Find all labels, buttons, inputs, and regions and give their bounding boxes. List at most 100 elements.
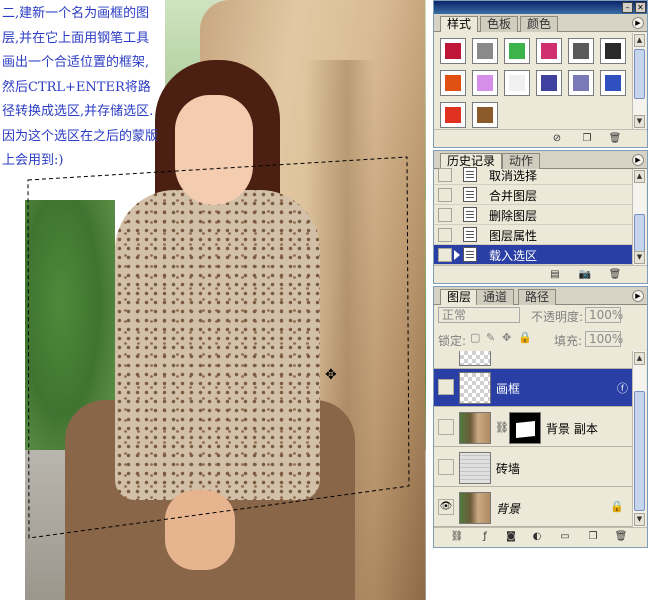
style-swatch[interactable] xyxy=(536,38,562,64)
history-item[interactable]: 载入选区 xyxy=(434,245,634,265)
layer-effects-icon[interactable]: ⓕ xyxy=(617,380,628,396)
fill-input[interactable]: 100% xyxy=(585,331,623,347)
history-scrollbar[interactable]: ▲ ▼ xyxy=(632,169,646,265)
scroll-down-icon[interactable]: ▼ xyxy=(634,513,645,526)
history-checkbox[interactable] xyxy=(438,208,452,222)
style-swatch[interactable] xyxy=(600,70,626,96)
link-layers-icon[interactable]: ⛓ xyxy=(450,530,464,543)
history-item[interactable]: 合并图层 xyxy=(434,185,634,205)
layer-row[interactable]: 画框 ⓕ xyxy=(434,369,634,407)
style-swatch[interactable] xyxy=(472,70,498,96)
layer-name: 砖墙 xyxy=(496,462,521,476)
scroll-thumb[interactable] xyxy=(634,391,645,511)
layer-thumbnail xyxy=(459,492,491,524)
styles-scrollbar[interactable]: ▲ ▼ xyxy=(632,33,646,129)
rainbow-style-icon xyxy=(509,43,525,59)
style-swatch[interactable] xyxy=(504,70,530,96)
opacity-input[interactable]: 100% xyxy=(585,307,623,323)
eye-icon[interactable]: 👁 xyxy=(438,499,454,515)
minimize-icon[interactable]: – xyxy=(622,2,633,13)
delete-style-icon[interactable]: 🗑 xyxy=(608,132,622,145)
pink-purple-style-icon xyxy=(477,75,493,91)
scroll-up-icon[interactable]: ▲ xyxy=(634,34,645,47)
tab-layers[interactable]: 图层 xyxy=(440,289,479,305)
style-swatch[interactable] xyxy=(568,70,594,96)
visibility-toggle[interactable] xyxy=(438,459,454,475)
checker-red-style-icon xyxy=(541,43,557,59)
red-square-style-icon xyxy=(445,43,461,59)
tab-paths[interactable]: 路径 xyxy=(518,289,557,305)
layer-name: 背景 副本 xyxy=(546,422,598,436)
scroll-down-icon[interactable]: ▼ xyxy=(634,251,645,264)
lock-move-icon[interactable]: ✥ xyxy=(502,331,511,344)
history-item[interactable]: 删除图层 xyxy=(434,205,634,225)
layer-row-partial[interactable] xyxy=(434,351,634,369)
history-checkbox[interactable] xyxy=(438,248,452,262)
delete-state-icon[interactable]: 🗑 xyxy=(608,268,622,281)
delete-layer-icon[interactable]: 🗑 xyxy=(614,530,628,543)
style-swatch[interactable] xyxy=(504,38,530,64)
new-document-icon[interactable]: ▤ xyxy=(548,268,562,281)
visibility-toggle[interactable] xyxy=(438,379,454,395)
blend-mode-select[interactable]: 正常 xyxy=(438,307,520,323)
style-swatch[interactable] xyxy=(472,102,498,128)
style-swatch[interactable] xyxy=(440,38,466,64)
scroll-thumb[interactable] xyxy=(634,214,645,252)
document-canvas[interactable]: 二,建新一个名为画框的图层,并在它上面用钢笔工具画出一个合适位置的框架,然后CT… xyxy=(0,0,433,600)
close-icon[interactable]: ✕ xyxy=(635,2,646,13)
scroll-up-icon[interactable]: ▲ xyxy=(634,352,645,365)
new-style-icon[interactable]: ❐ xyxy=(580,132,594,145)
history-item-label: 删除图层 xyxy=(489,209,538,223)
tab-channels[interactable]: 通道 xyxy=(476,289,515,305)
new-layer-icon[interactable]: ❐ xyxy=(586,530,600,543)
layer-name: 背景 xyxy=(496,502,521,516)
layer-row[interactable]: 砖墙 xyxy=(434,449,634,487)
layer-row[interactable]: 👁 背景 🔒 xyxy=(434,489,634,527)
style-swatch[interactable] xyxy=(536,70,562,96)
history-state-icon xyxy=(463,247,477,262)
scroll-down-icon[interactable]: ▼ xyxy=(634,115,645,128)
scroll-up-icon[interactable]: ▲ xyxy=(634,170,645,183)
opacity-label: 不透明度: xyxy=(531,310,584,324)
lock-brush-icon[interactable]: ✎ xyxy=(486,331,495,344)
history-list: 取消选择合并图层删除图层图层属性 载入选区 xyxy=(434,165,634,265)
history-item[interactable]: 图层属性 xyxy=(434,225,634,245)
layer-thumbnail xyxy=(459,351,491,366)
add-mask-icon[interactable]: ◙ xyxy=(504,530,518,543)
layer-mask-thumbnail[interactable] xyxy=(509,412,541,444)
tab-swatches[interactable]: 色板 xyxy=(480,16,519,32)
style-swatch[interactable] xyxy=(440,70,466,96)
scroll-thumb[interactable] xyxy=(634,49,645,99)
photo-hands xyxy=(165,490,235,570)
new-snapshot-icon[interactable]: 📷 xyxy=(578,268,592,281)
history-checkbox[interactable] xyxy=(438,228,452,242)
styles-panel-titlebar[interactable]: – ✕ xyxy=(434,1,647,14)
style-swatch[interactable] xyxy=(440,102,466,128)
lilac-style-icon xyxy=(573,75,589,91)
instruction-text: 二,建新一个名为画框的图层,并在它上面用钢笔工具画出一个合适位置的框架,然后CT… xyxy=(2,6,159,168)
history-item-label: 合并图层 xyxy=(489,189,538,203)
style-swatch[interactable] xyxy=(600,38,626,64)
new-group-icon[interactable]: ▭ xyxy=(558,530,572,543)
style-swatch[interactable] xyxy=(472,38,498,64)
lock-transparency-icon[interactable]: ▢ xyxy=(470,331,480,344)
wood-style-icon xyxy=(477,107,493,123)
clear-style-icon[interactable]: ⊘ xyxy=(550,132,564,145)
move-cursor-icon: ✥ xyxy=(325,367,337,383)
panel-menu-icon[interactable]: ▶ xyxy=(632,290,644,302)
layer-row[interactable]: ⛓ 背景 副本 xyxy=(434,409,634,447)
layers-scrollbar[interactable]: ▲ ▼ xyxy=(632,351,646,527)
panel-menu-icon[interactable]: ▶ xyxy=(632,17,644,29)
layer-style-icon[interactable]: ƒ xyxy=(478,530,492,543)
visibility-toggle[interactable] xyxy=(438,419,454,435)
history-item[interactable]: 取消选择 xyxy=(434,165,634,185)
adjustment-layer-icon[interactable]: ◐ xyxy=(530,530,544,543)
lock-all-icon[interactable]: 🔒 xyxy=(518,331,532,344)
tab-color[interactable]: 颜色 xyxy=(520,16,559,32)
chain-link-icon[interactable]: ⛓ xyxy=(495,421,509,434)
tab-styles[interactable]: 样式 xyxy=(440,16,479,32)
style-swatch[interactable] xyxy=(568,38,594,64)
history-panel: 历史记录 动作 ▶ 取消选择 合并图层 删除图层 图层属性 载入选区 ▲ ▼ ▤ 📷 🗑 xyxy=(433,150,648,284)
history-checkbox[interactable] xyxy=(438,188,452,202)
history-checkbox[interactable] xyxy=(438,168,452,182)
